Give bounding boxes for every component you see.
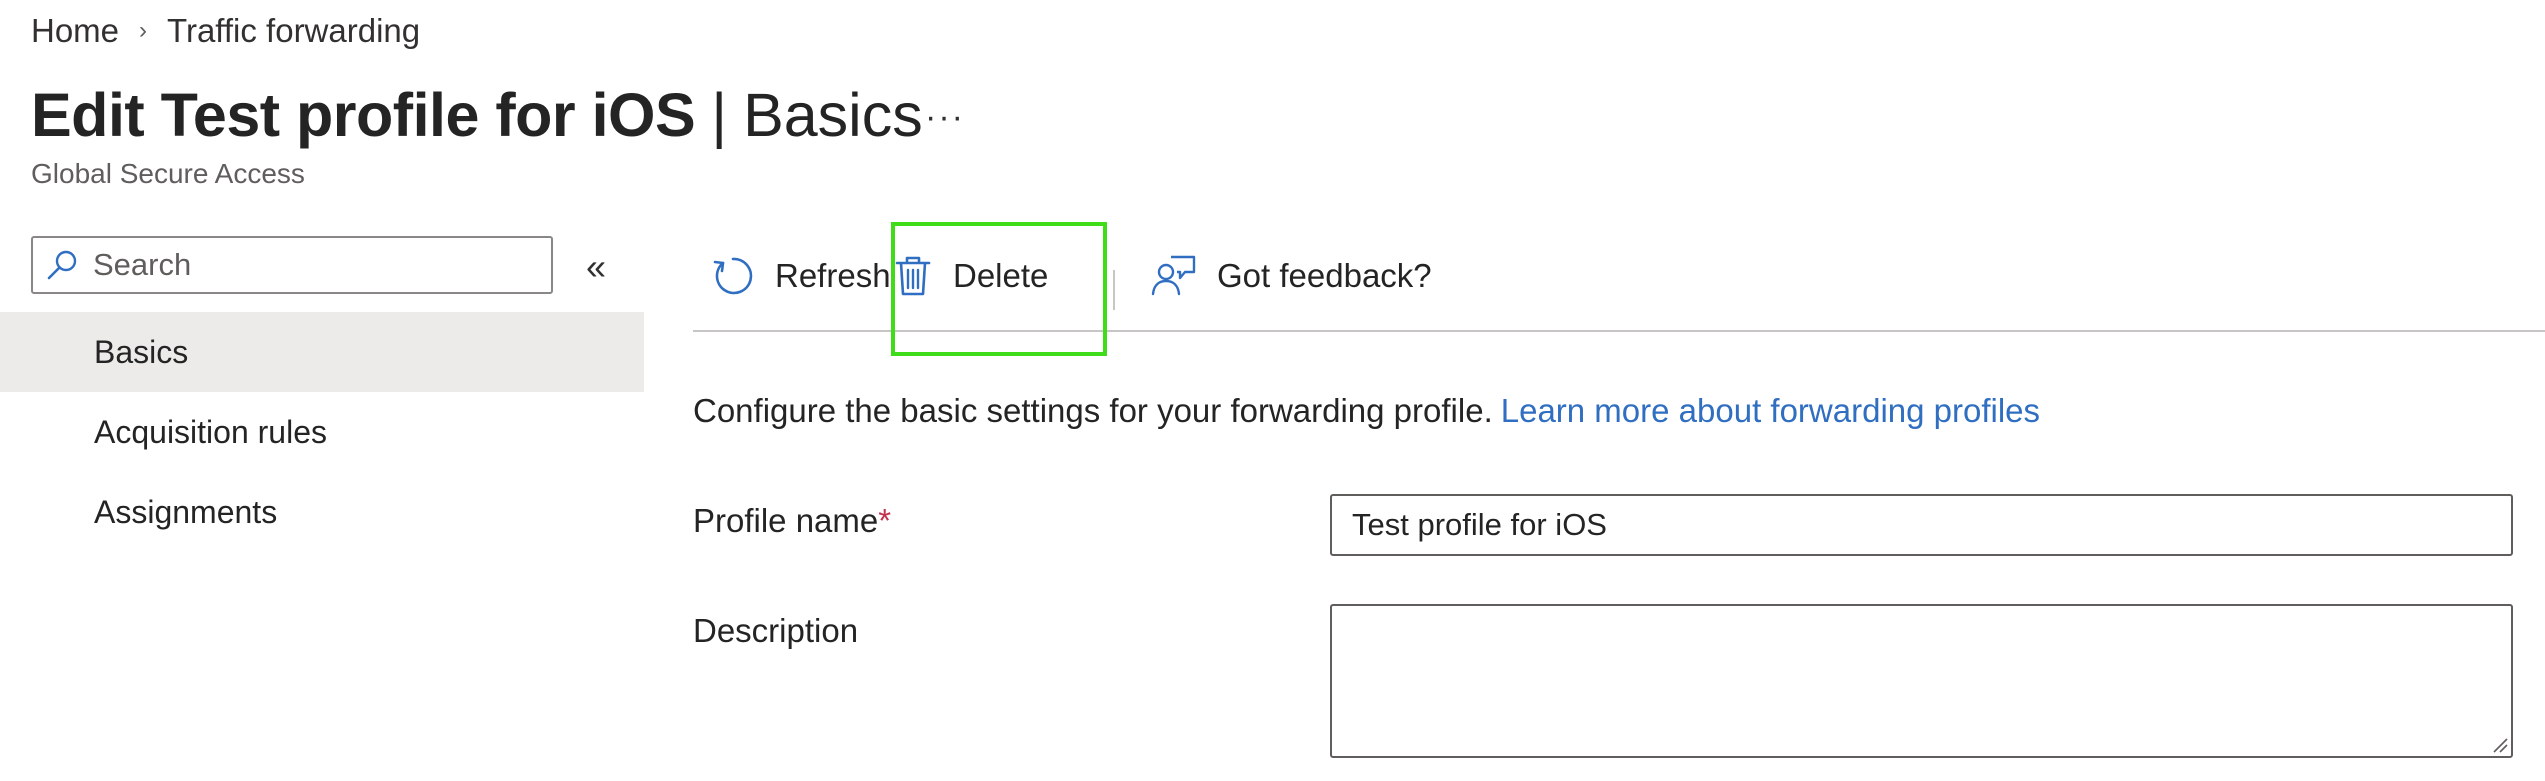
description-label: Description bbox=[693, 612, 859, 649]
page-description: Configure the basic settings for your fo… bbox=[693, 392, 2040, 430]
sidebar-nav: Basics Acquisition rules Assignments bbox=[0, 312, 644, 552]
page-title: Edit Test profile for iOS | Basics bbox=[31, 80, 923, 150]
trash-icon bbox=[895, 256, 931, 296]
refresh-icon bbox=[713, 257, 753, 295]
collapse-sidebar-button[interactable]: « bbox=[586, 246, 606, 288]
description-textarea[interactable] bbox=[1330, 604, 2513, 758]
sidebar-item-label: Assignments bbox=[94, 493, 278, 530]
feedback-icon bbox=[1151, 255, 1196, 296]
search-input[interactable] bbox=[91, 246, 535, 284]
page-title-separator: | bbox=[711, 81, 728, 149]
profile-name-label: Profile name* bbox=[693, 502, 891, 540]
resize-handle-icon[interactable] bbox=[2490, 735, 2508, 753]
refresh-button[interactable]: Refresh bbox=[711, 222, 891, 330]
delete-label: Delete bbox=[953, 257, 1049, 294]
search-icon bbox=[47, 250, 77, 280]
page-title-section: Basics bbox=[743, 81, 923, 149]
page-title-main: Edit Test profile for iOS bbox=[31, 81, 696, 149]
toolbar-divider bbox=[1113, 270, 1115, 310]
sidebar-item-basics[interactable]: Basics bbox=[0, 312, 644, 392]
breadcrumb-traffic-forwarding[interactable]: Traffic forwarding bbox=[167, 12, 420, 50]
sidebar-item-label: Acquisition rules bbox=[94, 413, 327, 450]
feedback-label: Got feedback? bbox=[1217, 257, 1432, 294]
more-options-button[interactable]: ··· bbox=[925, 98, 965, 137]
profile-name-input[interactable] bbox=[1330, 494, 2513, 556]
chevron-right-icon: › bbox=[139, 17, 148, 44]
description-text: Configure the basic settings for your fo… bbox=[693, 392, 1493, 429]
learn-more-link[interactable]: Learn more about forwarding profiles bbox=[1501, 392, 2040, 429]
sidebar-item-acquisition-rules[interactable]: Acquisition rules bbox=[0, 392, 644, 472]
sidebar-item-label: Basics bbox=[94, 333, 189, 370]
delete-button[interactable]: Delete bbox=[893, 222, 1048, 330]
sidebar-item-assignments[interactable]: Assignments bbox=[0, 472, 644, 552]
required-indicator: * bbox=[878, 502, 892, 539]
page-subtitle: Global Secure Access bbox=[31, 158, 305, 189]
profile-name-label-text: Profile name bbox=[693, 502, 879, 539]
search-box[interactable] bbox=[31, 236, 553, 294]
page: Home › Traffic forwarding Edit Test prof… bbox=[0, 0, 2545, 781]
command-bar: Refresh Delete Got feedback? bbox=[693, 222, 2545, 332]
refresh-label: Refresh bbox=[775, 257, 891, 294]
feedback-button[interactable]: Got feedback? bbox=[1151, 222, 1432, 330]
breadcrumb-home[interactable]: Home bbox=[31, 12, 119, 50]
breadcrumb: Home › Traffic forwarding bbox=[31, 12, 420, 50]
